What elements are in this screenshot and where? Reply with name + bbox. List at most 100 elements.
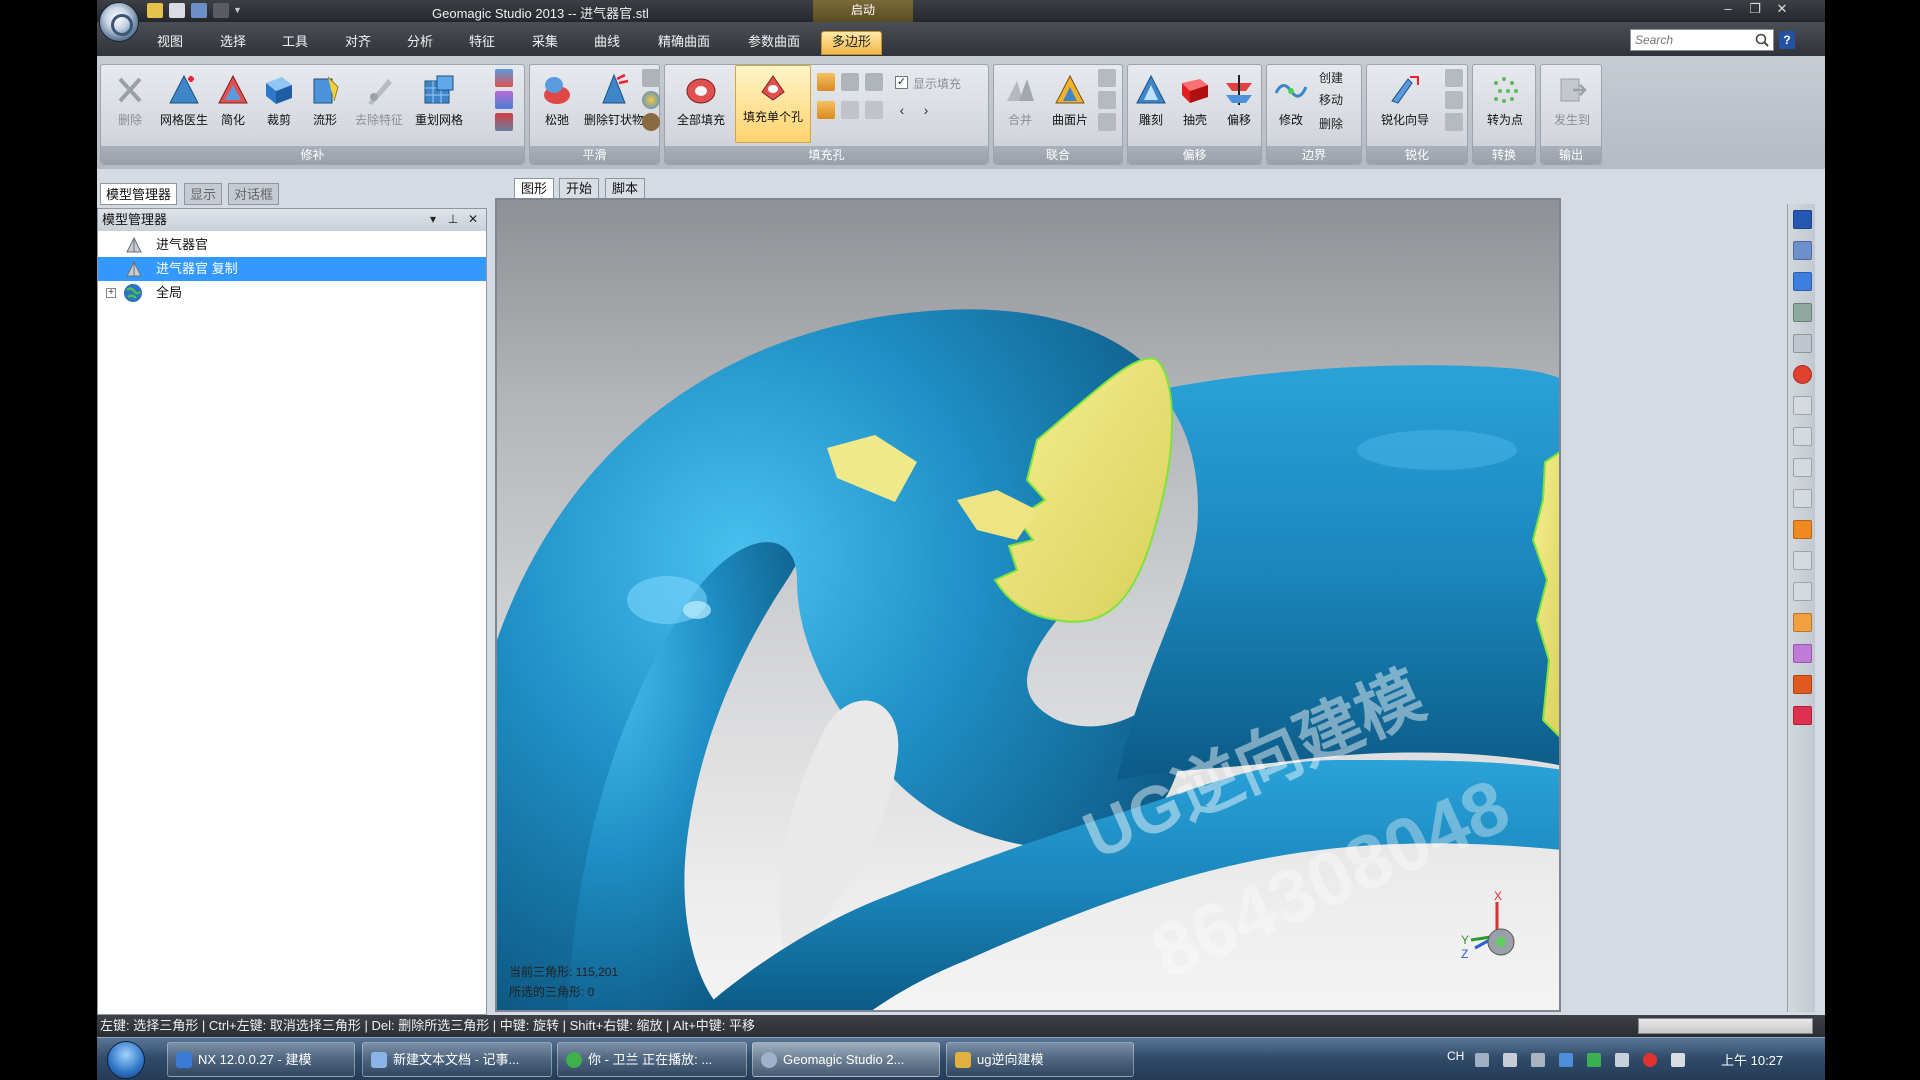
line-select-icon[interactable] — [1793, 458, 1812, 477]
move-boundary-menu[interactable]: 移动 — [1319, 91, 1343, 108]
tab-start[interactable]: 开始 — [559, 178, 600, 199]
create-boundary-menu[interactable]: 创建 — [1319, 69, 1343, 86]
tab-curves[interactable]: 曲线 — [590, 32, 624, 52]
modify-boundary-button[interactable]: 修改 — [1269, 69, 1313, 139]
taskbar-item-folder[interactable]: ug逆向建模 — [946, 1042, 1134, 1077]
cube-tray-icon[interactable] — [1559, 1053, 1573, 1067]
rect-select-icon[interactable] — [1793, 396, 1812, 415]
merge-extra-3-icon[interactable] — [1098, 113, 1116, 131]
volume-icon[interactable] — [1671, 1053, 1685, 1067]
qat-dropdown-icon[interactable]: ▼ — [233, 3, 243, 18]
offset-button[interactable]: 偏移 — [1218, 69, 1260, 139]
help-icon[interactable]: ? — [1779, 31, 1795, 49]
tab-view[interactable]: 视图 — [153, 32, 187, 52]
smooth-extra-2-icon[interactable] — [642, 91, 660, 109]
tab-model-manager[interactable]: 模型管理器 — [100, 183, 178, 205]
fill-all-button[interactable]: 全部填充 — [669, 69, 733, 139]
fill-partial-icon[interactable] — [841, 73, 859, 91]
fill-flat-icon[interactable] — [865, 101, 883, 119]
rotate-view-icon[interactable] — [1793, 241, 1812, 260]
network-icon[interactable] — [1615, 1053, 1629, 1067]
repair-extra-3-icon[interactable] — [495, 113, 513, 131]
tab-display[interactable]: 显示 — [184, 183, 223, 205]
remove-features-button[interactable]: 去除特征 — [351, 69, 407, 139]
sharpen-wizard-button[interactable]: 锐化向导 — [1371, 69, 1439, 139]
search-box[interactable] — [1630, 29, 1774, 51]
view-camera-icon[interactable] — [1793, 303, 1812, 322]
convert-to-points-button[interactable]: 转为点 — [1477, 69, 1533, 139]
fill-curvature-icon[interactable] — [817, 101, 835, 119]
tab-dialog[interactable]: 对话框 — [228, 183, 280, 205]
pin-icon[interactable]: ⊥ — [446, 212, 460, 226]
tab-select[interactable]: 选择 — [216, 32, 250, 52]
clock[interactable]: 上午 10:27 — [1721, 1050, 1783, 1069]
trim-button[interactable]: 裁剪 — [257, 69, 301, 139]
select-visible-icon[interactable] — [1793, 613, 1812, 632]
remesh-button[interactable]: 重划网格 — [411, 69, 467, 139]
select-all-icon[interactable] — [1793, 551, 1812, 570]
tab-capture[interactable]: 采集 — [528, 32, 562, 52]
select-by-angle-icon[interactable] — [1793, 644, 1812, 663]
save-icon[interactable] — [169, 3, 185, 18]
tab-exact-surfaces[interactable]: 精确曲面 — [654, 32, 714, 52]
fit-view-icon[interactable] — [1793, 272, 1812, 291]
shrink-selection-icon[interactable] — [1793, 706, 1812, 725]
custom-select-icon[interactable] — [1793, 520, 1812, 539]
input-method-indicator[interactable]: CH — [1447, 1049, 1464, 1063]
taskbar-item-geomagic[interactable]: Geomagic Studio 2... — [752, 1042, 940, 1077]
sharpen-extra-2-icon[interactable] — [1445, 91, 1463, 109]
keyboard-icon[interactable] — [1475, 1053, 1489, 1067]
tab-analysis[interactable]: 分析 — [403, 32, 437, 52]
tab-polygons[interactable]: 多边形 — [821, 31, 883, 55]
application-button[interactable] — [99, 2, 139, 42]
merge-extra-2-icon[interactable] — [1098, 91, 1116, 109]
show-fill-checkbox[interactable]: ✓ — [895, 76, 908, 89]
mesh-scene[interactable]: UG逆向建模 864308048 — [497, 200, 1561, 1012]
open-icon[interactable] — [147, 3, 163, 18]
undo-icon[interactable] — [191, 3, 207, 18]
fill-single-button[interactable]: 填充单个孔 — [735, 65, 811, 143]
color-icon[interactable] — [1793, 365, 1812, 384]
smooth-extra-1-icon[interactable] — [642, 69, 660, 87]
view-orientation-icon[interactable] — [1793, 210, 1812, 229]
panel-close-icon[interactable]: ✕ — [466, 212, 480, 226]
remove-spikes-button[interactable]: 删除钉状物 — [584, 69, 644, 139]
delete-button[interactable]: 删除 — [103, 69, 157, 139]
tab-tools[interactable]: 工具 — [278, 32, 312, 52]
restore-button[interactable]: ❐ — [1742, 0, 1768, 20]
shell-button[interactable]: 抽壳 — [1174, 69, 1216, 139]
tab-features[interactable]: 特征 — [465, 32, 499, 52]
delete-boundary-menu[interactable]: 删除 — [1319, 115, 1343, 132]
panel-menu-icon[interactable]: ▾ — [426, 212, 440, 226]
taskbar-item-notepad[interactable]: 新建文本文档 - 记事... — [362, 1042, 552, 1077]
smooth-extra-3-icon[interactable] — [642, 113, 660, 131]
repair-extra-1-icon[interactable] — [495, 69, 513, 87]
redo-icon[interactable] — [213, 3, 229, 18]
close-button[interactable]: ✕ — [1769, 0, 1795, 20]
mesh-doctor-button[interactable]: 网格医生 — [157, 69, 211, 139]
next-hole-icon[interactable]: › — [917, 101, 935, 119]
fill-tangent-icon[interactable] — [841, 101, 859, 119]
repair-extra-2-icon[interactable] — [495, 91, 513, 109]
sculpt-button[interactable]: 雕刻 — [1130, 69, 1172, 139]
relax-button[interactable]: 松弛 — [532, 69, 582, 139]
search-input[interactable] — [1631, 30, 1746, 50]
axis-triad[interactable]: X Y Z — [1457, 888, 1527, 968]
tree-item-global[interactable]: + 全局 — [98, 281, 486, 305]
expand-toggle[interactable]: + — [106, 288, 116, 298]
simplify-button[interactable]: 简化 — [211, 69, 255, 139]
minimize-button[interactable]: ‒ — [1715, 0, 1741, 20]
sharpen-extra-1-icon[interactable] — [1445, 69, 1463, 87]
tree-item-model[interactable]: 进气器官 — [98, 233, 486, 257]
fill-bridge-icon[interactable] — [865, 73, 883, 91]
select-through-icon[interactable] — [1793, 582, 1812, 601]
manifold-button[interactable]: 流形 — [303, 69, 347, 139]
settings-tray-icon[interactable] — [1503, 1053, 1517, 1067]
graphics-viewport[interactable]: UG逆向建模 864308048 当前三角形: 115,201 所选的三角形: … — [495, 198, 1561, 1012]
patch-button[interactable]: 曲面片 — [1046, 69, 1094, 139]
qq-tray-icon[interactable] — [1643, 1053, 1657, 1067]
sharpen-extra-3-icon[interactable] — [1445, 113, 1463, 131]
merge-button[interactable]: 合并 — [996, 69, 1044, 139]
start-button[interactable] — [107, 1041, 145, 1079]
paint-select-icon[interactable] — [1793, 489, 1812, 508]
